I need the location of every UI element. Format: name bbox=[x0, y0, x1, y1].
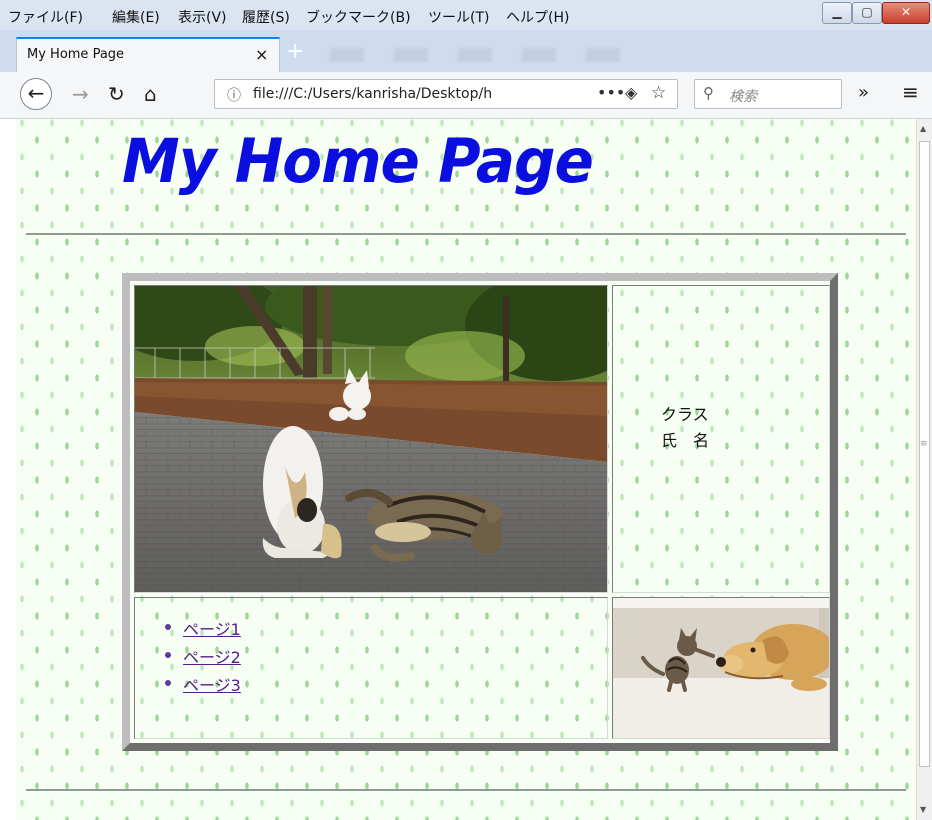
scroll-thumb[interactable] bbox=[919, 141, 930, 767]
search-box[interactable]: ⚲ 検索 bbox=[694, 79, 842, 109]
menu-bookmarks[interactable]: ブックマーク(B) bbox=[306, 7, 411, 27]
student-info-cell: クラス 氏 名 bbox=[612, 285, 830, 593]
page-links-list: ページ1 ページ2 ページ3 bbox=[163, 616, 241, 700]
tab-close-icon[interactable]: × bbox=[255, 45, 268, 64]
menu-edit[interactable]: 編集(E) bbox=[112, 7, 160, 27]
horizontal-rule-top bbox=[26, 233, 906, 236]
overflow-menu-icon[interactable]: » bbox=[858, 82, 869, 103]
menu-bar: ファイル(F) 編集(E) 表示(V) 履歴(S) ブックマーク(B) ツール(… bbox=[0, 0, 932, 31]
horizontal-rule-bottom bbox=[26, 789, 906, 792]
kitten-dog-photo bbox=[612, 597, 830, 739]
info-icon[interactable]: ⓘ bbox=[227, 85, 241, 105]
tab-my-home-page[interactable]: My Home Page × bbox=[16, 37, 280, 72]
link-page-2[interactable]: ページ2 bbox=[183, 648, 241, 667]
layout-table: クラス 氏 名 ページ1 ページ2 ページ3 bbox=[122, 273, 838, 751]
tab-title: My Home Page bbox=[27, 47, 125, 62]
page-title: My Home Page bbox=[122, 125, 594, 197]
page-viewport: My Home Page クラス 氏 名 ページ1 ページ2 ページ3 bbox=[16, 119, 916, 820]
scroll-down-icon[interactable]: ▼ bbox=[920, 805, 926, 814]
cats-photo bbox=[134, 285, 608, 593]
links-cell: ページ1 ページ2 ページ3 bbox=[134, 597, 608, 739]
page-actions-icon[interactable]: ••• bbox=[597, 83, 625, 102]
list-item: ページ1 bbox=[163, 616, 241, 644]
menu-view[interactable]: 表示(V) bbox=[178, 7, 227, 27]
address-bar[interactable]: ⓘ file:///C:/Users/kanrisha/Desktop/h ••… bbox=[214, 79, 678, 109]
back-arrow-icon[interactable]: ← bbox=[20, 78, 52, 110]
tab-bar: My Home Page × + bbox=[0, 30, 932, 72]
search-placeholder: 検索 bbox=[729, 89, 757, 105]
list-item: ページ3 bbox=[163, 672, 241, 700]
scroll-grip-icon: ≡ bbox=[920, 439, 928, 449]
maximize-icon[interactable]: ▢ bbox=[852, 2, 882, 24]
search-icon: ⚲ bbox=[703, 84, 714, 102]
close-icon[interactable]: ✕ bbox=[882, 2, 930, 24]
home-icon[interactable]: ⌂ bbox=[144, 82, 157, 106]
forward-arrow-icon[interactable]: → bbox=[72, 82, 89, 106]
list-item: ページ2 bbox=[163, 644, 241, 672]
vertical-scrollbar[interactable]: ▲ ≡ ▼ bbox=[916, 119, 932, 820]
student-info: クラス 氏 名 bbox=[661, 402, 709, 454]
menu-history[interactable]: 履歴(S) bbox=[242, 7, 290, 27]
scroll-up-icon[interactable]: ▲ bbox=[920, 124, 926, 133]
navigation-bar: ← → ↻ ⌂ ⓘ file:///C:/Users/kanrisha/Desk… bbox=[0, 72, 932, 119]
url-text[interactable]: file:///C:/Users/kanrisha/Desktop/h bbox=[253, 86, 573, 102]
link-page-3[interactable]: ページ3 bbox=[183, 676, 241, 695]
name-label: 氏 名 bbox=[661, 431, 710, 450]
menu-file[interactable]: ファイル(F) bbox=[8, 7, 83, 27]
new-tab-icon[interactable]: + bbox=[286, 39, 304, 64]
menu-tools[interactable]: ツール(T) bbox=[428, 7, 489, 27]
blurred-toolbar-area bbox=[330, 48, 650, 62]
hamburger-menu-icon[interactable]: ≡ bbox=[902, 80, 919, 104]
minimize-icon[interactable]: ▁ bbox=[822, 2, 852, 24]
bookmark-star-icon[interactable]: ☆ bbox=[651, 83, 666, 103]
reload-icon[interactable]: ↻ bbox=[108, 82, 125, 106]
pocket-icon[interactable]: ◈ bbox=[625, 83, 637, 102]
menu-help[interactable]: ヘルプ(H) bbox=[506, 7, 569, 27]
link-page-1[interactable]: ページ1 bbox=[183, 620, 241, 639]
class-label: クラス bbox=[661, 405, 709, 424]
